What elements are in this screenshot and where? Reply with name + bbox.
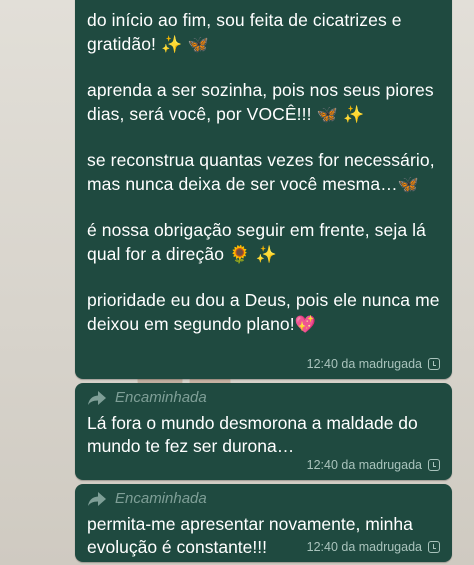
clock-icon xyxy=(428,459,440,471)
message-time: 12:40 da madrugada xyxy=(306,540,422,554)
message-paragraph: é nossa obrigação seguir em frente, seja… xyxy=(87,220,426,265)
forwarded-label: Encaminhada xyxy=(87,389,207,406)
forward-arrow-icon xyxy=(88,390,106,405)
message-bubble[interactable]: do início ao fim, sou feita de cicatrize… xyxy=(75,0,452,379)
message-paragraph: aprenda a ser sozinha, pois nos seus pio… xyxy=(87,80,434,125)
clock-icon xyxy=(428,541,440,553)
sparkles-butterfly-emoji: ✨ 🦋 xyxy=(160,35,210,55)
message-bubble[interactable]: Encaminhada Lá fora o mundo desmorona a … xyxy=(75,383,452,480)
message-paragraph: do início ao fim, sou feita de cicatrize… xyxy=(87,10,402,55)
message-meta: 12:40 da madrugada xyxy=(307,540,440,554)
message-meta: 12:40 da madrugada xyxy=(307,357,440,371)
message-text: Lá fora o mundo desmorona a maldade do m… xyxy=(87,413,418,456)
forwarded-text: Encaminhada xyxy=(115,490,207,507)
message-time: 12:40 da madrugada xyxy=(306,357,422,371)
message-paragraph: se reconstrua quantas vezes for necessár… xyxy=(87,150,435,195)
message-meta: 12:40 da madrugada xyxy=(307,458,440,472)
clock-icon xyxy=(428,358,440,370)
message-bubble[interactable]: Encaminhada permita-me apresentar novame… xyxy=(75,484,452,562)
message-time: 12:40 da madrugada xyxy=(306,458,422,472)
sunflower-sparkles-emoji: 🌻 ✨ xyxy=(229,245,278,265)
butterfly-emoji: 🦋 xyxy=(397,175,420,195)
forward-arrow-icon xyxy=(88,491,106,506)
forwarded-label: Encaminhada xyxy=(87,490,207,507)
forwarded-text: Encaminhada xyxy=(115,389,207,406)
message-paragraph: prioridade eu dou a Deus, pois ele nunca… xyxy=(87,290,440,335)
heart-emoji: 💖 xyxy=(294,315,316,335)
butterfly-sparkles-emoji: 🦋 ✨ xyxy=(316,105,365,125)
